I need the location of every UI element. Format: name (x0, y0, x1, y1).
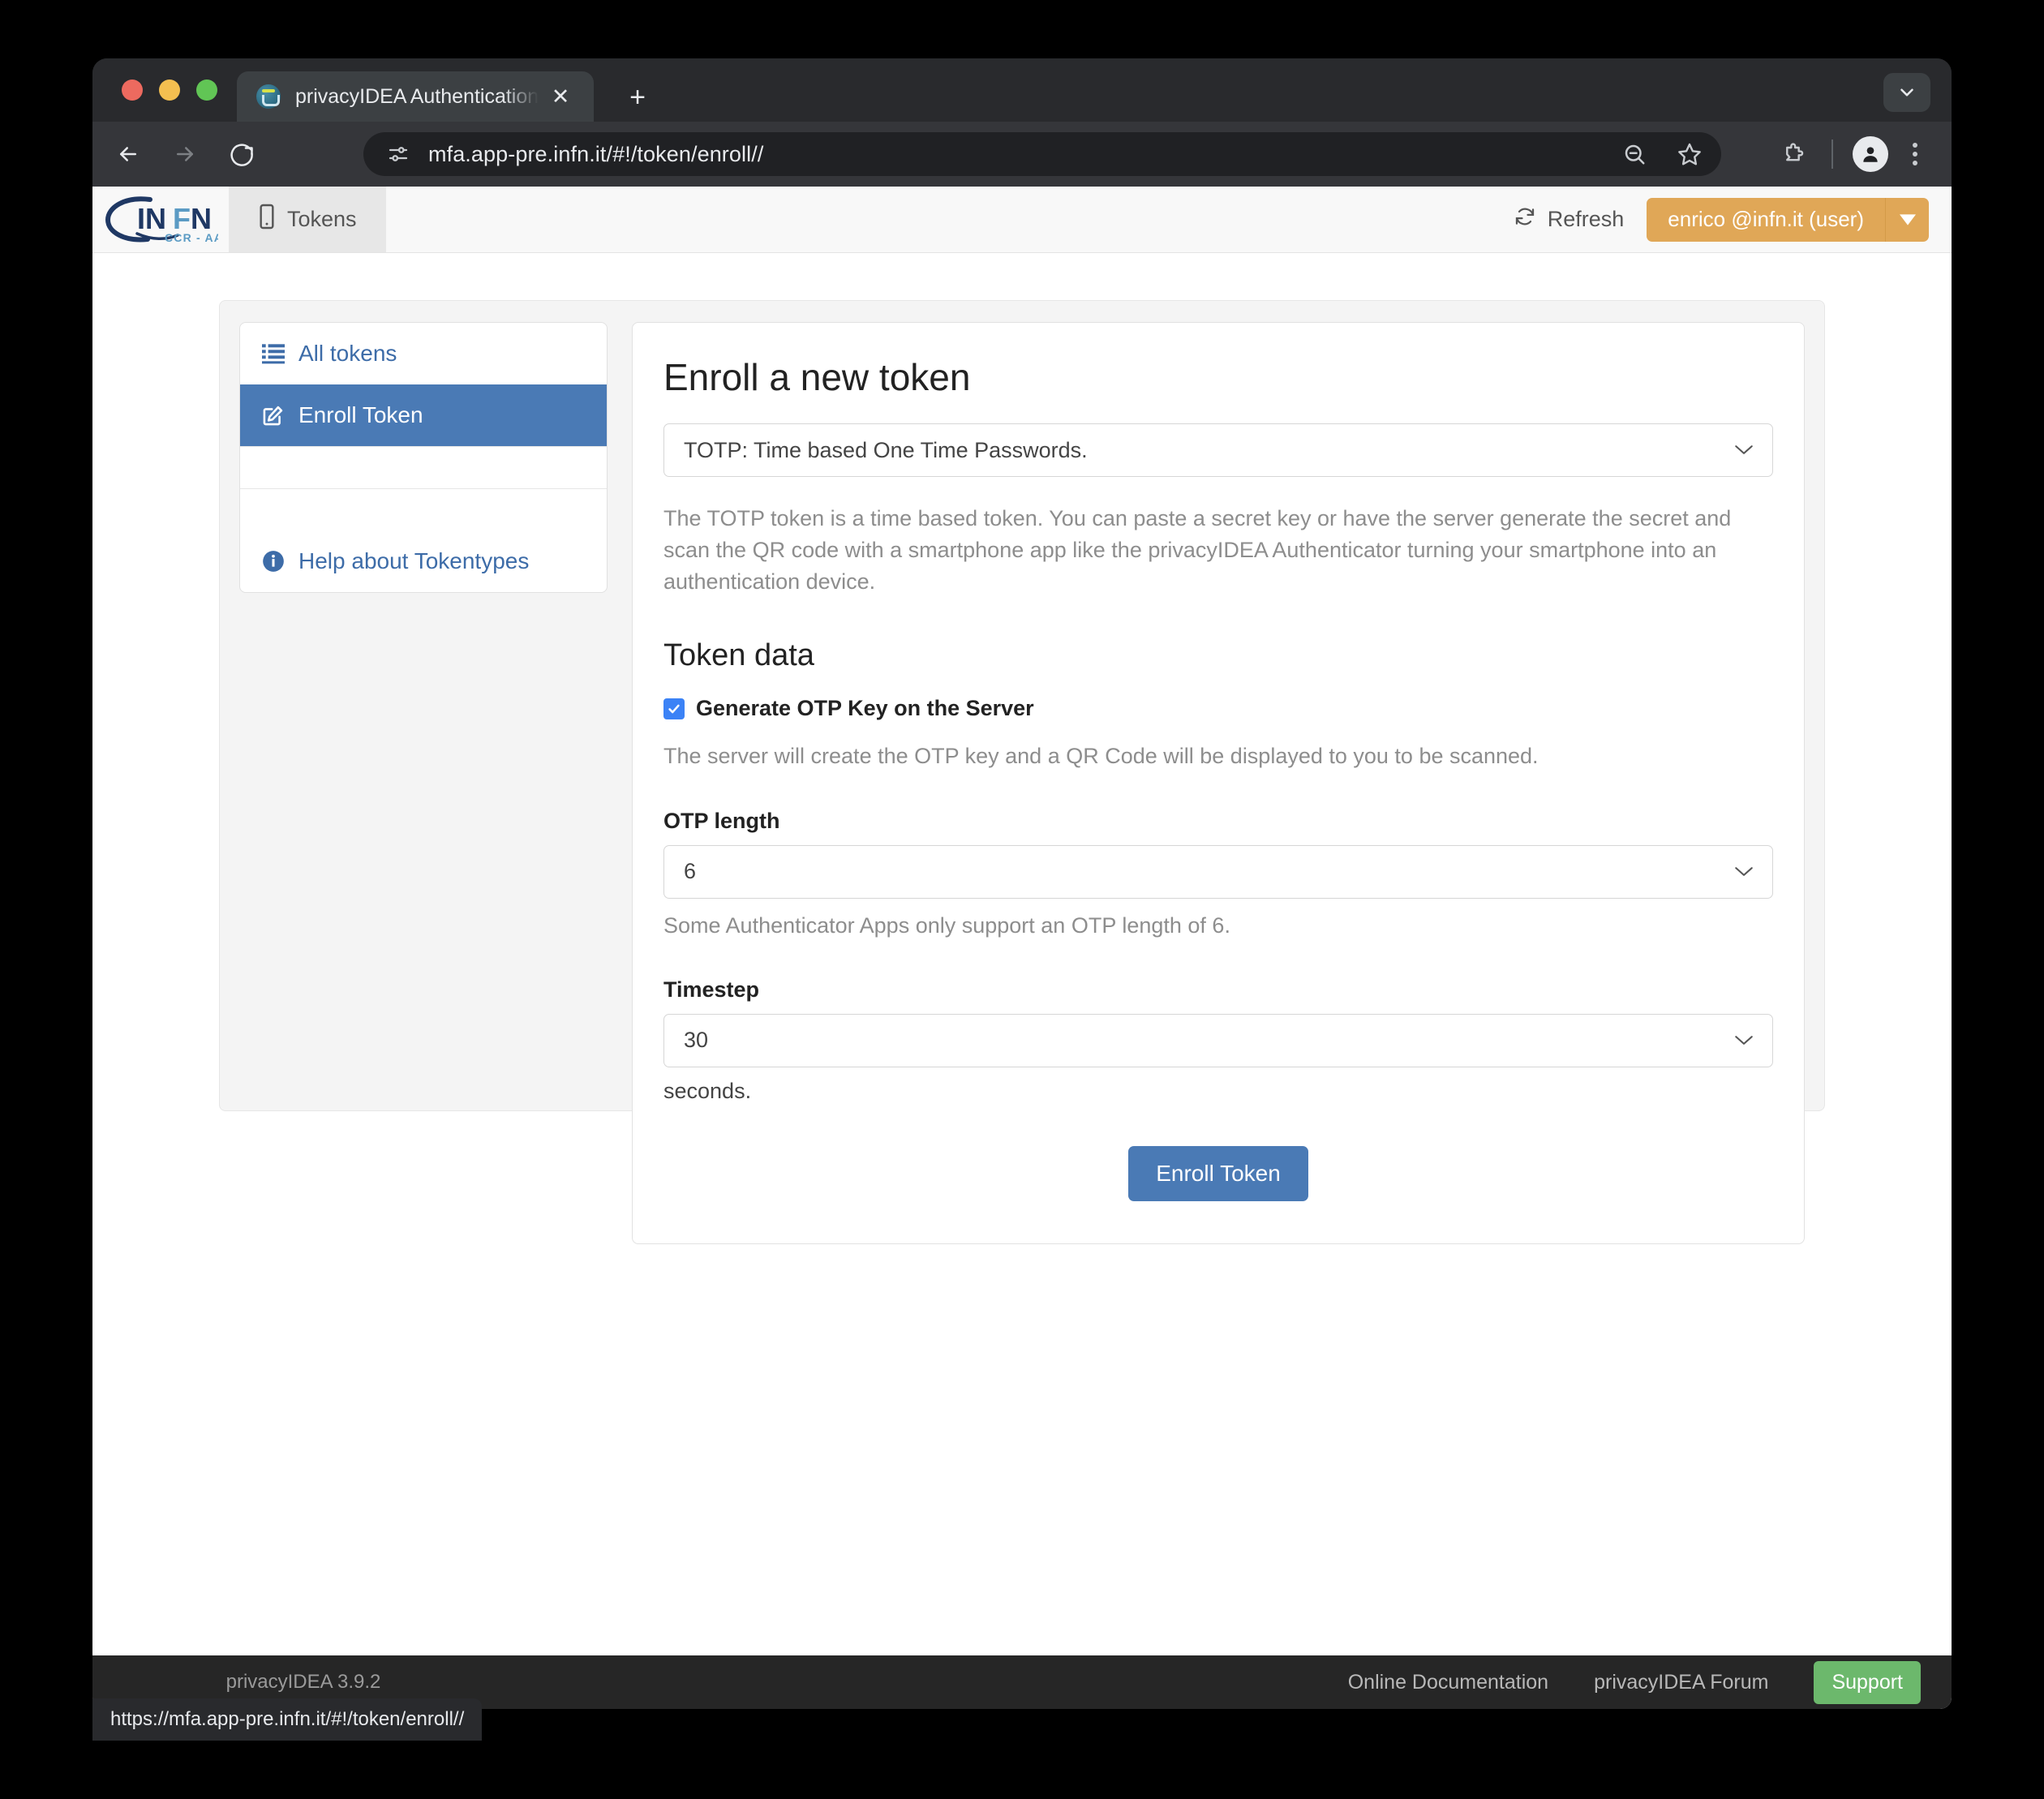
generate-otp-key-help: The server will create the OTP key and a… (663, 744, 1539, 769)
privacyidea-forum-link[interactable]: privacyIDEA Forum (1594, 1671, 1768, 1694)
window-controls (122, 79, 217, 101)
generate-otp-key-row[interactable]: Generate OTP Key on the Server (663, 696, 1773, 721)
token-data-heading: Token data (663, 638, 814, 673)
svg-text:F: F (173, 202, 191, 235)
timestep-select[interactable]: 30 (663, 1013, 1773, 1067)
svg-text:N: N (191, 202, 212, 235)
svg-text:IN: IN (137, 202, 166, 235)
toolbar-divider (1831, 140, 1833, 169)
sidebar-item-help-tokentypes[interactable]: Help about Tokentypes (240, 530, 607, 592)
token-type-select[interactable]: TOTP: Time based One Time Passwords. (663, 423, 1773, 477)
extensions-puzzle-icon[interactable] (1775, 135, 1812, 173)
timestep-help: seconds. (663, 1078, 752, 1103)
svg-text:CCR - AAI: CCR - AAI (165, 231, 218, 244)
sidebar-divider-top (240, 446, 607, 488)
page-title: Enroll a new token (663, 356, 971, 398)
nav-tab-tokens[interactable]: Tokens (229, 187, 386, 252)
app-navbar: IN F N CCR - AAI Tokens Refresh (92, 187, 1952, 253)
refresh-label: Refresh (1547, 207, 1625, 231)
browser-toolbar: mfa.app-pre.infn.it/#!/token/enroll// (92, 122, 1952, 187)
chevron-down-icon[interactable] (1883, 73, 1930, 112)
back-arrow-icon[interactable] (107, 133, 149, 175)
url-text: mfa.app-pre.infn.it/#!/token/enroll// (428, 141, 764, 166)
maximize-window-button[interactable] (196, 79, 217, 101)
token-type-value: TOTP: Time based One Time Passwords. (684, 437, 1088, 462)
sidebar-item-label: Help about Tokentypes (298, 548, 530, 573)
infn-logo[interactable]: IN F N CCR - AAI (92, 187, 229, 252)
three-dot-menu-icon[interactable] (1896, 135, 1934, 173)
refresh-button[interactable]: Refresh (1514, 205, 1625, 234)
user-menu-label: enrico @infn.it (user) (1668, 207, 1864, 231)
sidebar-item-all-tokens[interactable]: All tokens (240, 323, 607, 384)
caret-down-icon[interactable] (1885, 197, 1929, 242)
otp-length-select[interactable]: 6 (663, 844, 1773, 899)
footer-links: Online Documentation privacyIDEA Forum S… (1348, 1660, 1921, 1704)
nav-tab-label: Tokens (287, 207, 357, 231)
privacyidea-favicon (256, 84, 281, 109)
generate-otp-key-label: Generate OTP Key on the Server (696, 696, 1034, 721)
chevron-down-icon (1733, 438, 1754, 463)
close-icon[interactable]: ✕ (547, 83, 574, 110)
enroll-token-button[interactable]: Enroll Token (1128, 1145, 1308, 1201)
tab-strip: privacyIDEA Authentication S ✕ + (92, 58, 1952, 122)
mobile-device-icon (258, 204, 276, 235)
status-bubble-url: https://mfa.app-pre.infn.it/#!/token/enr… (92, 1698, 483, 1741)
tab-title: privacyIDEA Authentication S (295, 84, 539, 108)
info-circle-icon (261, 550, 286, 573)
sidebar-divider-bottom (240, 488, 607, 530)
sidebar: All tokens Enroll Token Help about Token… (239, 322, 608, 593)
address-bar[interactable]: mfa.app-pre.infn.it/#!/token/enroll// (363, 132, 1721, 176)
navbar-right: Refresh enrico @infn.it (user) (1514, 187, 1929, 252)
otp-length-value: 6 (684, 859, 697, 884)
site-settings-icon[interactable] (381, 137, 415, 171)
sidebar-item-label: All tokens (298, 341, 397, 366)
online-documentation-link[interactable]: Online Documentation (1348, 1671, 1548, 1694)
reload-icon[interactable] (221, 133, 263, 175)
otp-length-label: OTP length (663, 808, 780, 833)
user-menu[interactable]: enrico @infn.it (user) (1647, 197, 1929, 242)
token-type-description: The TOTP token is a time based token. Yo… (663, 506, 1732, 595)
plus-icon[interactable]: + (620, 79, 655, 115)
generate-otp-key-checkbox[interactable] (663, 698, 685, 719)
timestep-label: Timestep (663, 977, 760, 1002)
forward-arrow-icon[interactable] (164, 133, 206, 175)
content-shell: All tokens Enroll Token Help about Token… (219, 300, 1825, 1244)
omnibox-actions (1616, 135, 1708, 173)
browser-window: privacyIDEA Authentication S ✕ + mfa.app… (92, 58, 1952, 1709)
list-icon (261, 343, 286, 364)
enroll-token-panel: Enroll a new token TOTP: Time based One … (632, 322, 1805, 1244)
page-viewport: IN F N CCR - AAI Tokens Refresh (92, 187, 1952, 1709)
chevron-down-icon (1733, 1028, 1754, 1053)
star-icon[interactable] (1671, 135, 1708, 173)
otp-length-help: Some Authenticator Apps only support an … (663, 912, 1230, 938)
profile-avatar-icon[interactable] (1853, 136, 1888, 172)
edit-square-icon (261, 404, 286, 427)
app-version: privacyIDEA 3.9.2 (225, 1671, 381, 1693)
minimize-window-button[interactable] (159, 79, 180, 101)
sidebar-item-label: Enroll Token (298, 402, 423, 427)
chevron-down-icon (1733, 859, 1754, 884)
refresh-icon (1514, 205, 1536, 234)
browser-tab[interactable]: privacyIDEA Authentication S ✕ (237, 71, 594, 122)
zoom-out-icon[interactable] (1616, 135, 1653, 173)
toolbar-extras (1775, 135, 1934, 173)
timestep-value: 30 (684, 1028, 709, 1053)
enroll-button-row: Enroll Token (663, 1145, 1773, 1201)
support-button[interactable]: Support (1814, 1660, 1921, 1704)
sidebar-item-enroll-token[interactable]: Enroll Token (240, 384, 607, 446)
close-window-button[interactable] (122, 79, 143, 101)
